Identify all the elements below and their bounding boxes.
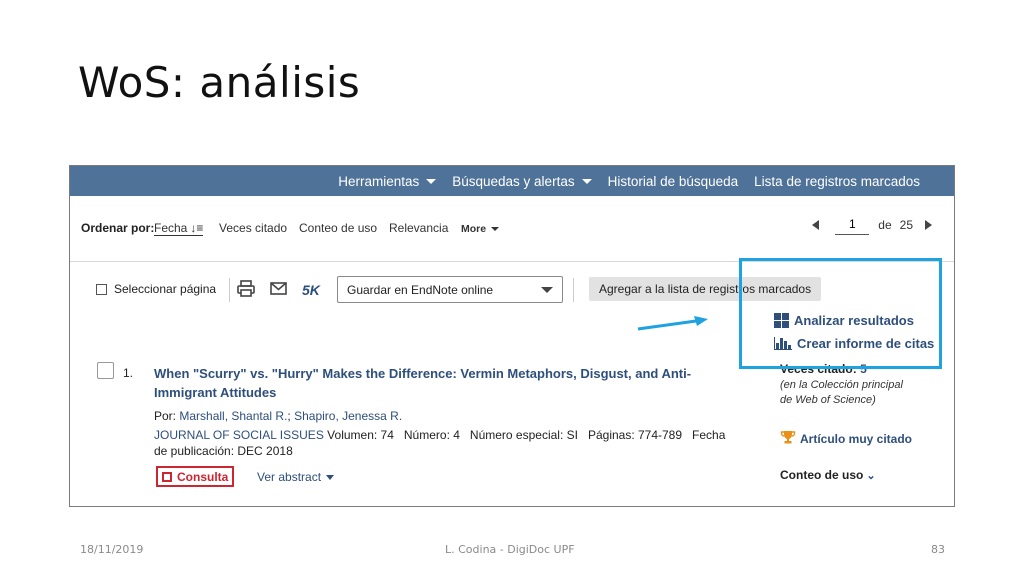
sort-option-more[interactable]: More [461,223,500,235]
caret-down-icon [581,178,592,184]
sort-option-times-cited[interactable]: Veces citado [219,221,287,235]
view-abstract-label: Ver abstract [257,470,322,484]
nav-marked-list-label: Lista de registros marcados [754,173,920,189]
author-link[interactable]: Shapiro, Jenessa R. [294,409,402,423]
analyze-results-link[interactable]: Analizar resultados [774,309,934,332]
trophy-icon [780,430,796,448]
highly-cited-label: Artículo muy citado [800,432,913,446]
save-to-select-value: Guardar en EndNote online [347,282,494,297]
sort-descending-icon: ↓≡ [190,221,204,235]
consulta-button[interactable]: Consulta [156,466,235,487]
save-to-select[interactable]: Guardar en EndNote online [337,276,563,303]
times-cited: Veces citado: 5 [780,362,912,376]
usage-count-toggle[interactable]: Conteo de uso ⌄ [780,468,912,482]
sort-bar: Ordenar por: Fecha ↓≡ Veces citado Conte… [70,196,954,262]
author-separator: ; [287,409,291,423]
sort-option-date-label: Fecha [154,221,188,235]
select-page-checkbox[interactable] [96,283,107,295]
record-title-link[interactable]: When "Scurry" vs. "Hurry" Makes the Diff… [154,364,734,402]
nav-searches-alerts-label: Búsquedas y alertas [452,173,575,189]
pagination: de 25 [812,214,932,235]
analyze-grid-icon [774,313,789,328]
caret-down-icon [426,178,437,184]
bar-chart-icon [774,337,792,350]
annotation-arrow-icon [637,316,708,331]
record-checkbox[interactable] [97,362,114,379]
sort-option-usage-count[interactable]: Conteo de uso [299,221,377,235]
record-authors: Por: Marshall, Shantal R.; Shapiro, Jene… [154,409,402,423]
usage-count-label: Conteo de uso [780,468,864,482]
highly-cited-badge[interactable]: Artículo muy citado [780,430,912,448]
times-cited-count-link[interactable]: 5 [860,362,867,376]
previous-page-icon[interactable] [812,219,820,230]
caret-down-icon [491,227,500,231]
nav-search-history-label: Historial de búsqueda [607,173,739,189]
select-page-label: Seleccionar página [114,282,217,296]
author-link[interactable]: Marshall, Shantal R. [179,409,287,423]
select-page-control[interactable]: Seleccionar página [96,282,216,296]
citation-report-label: Crear informe de citas [797,336,935,351]
page-total: 25 [899,217,913,232]
footer-page-number: 83 [931,543,945,556]
consulta-icon [162,471,172,482]
nav-tools[interactable]: Herramientas [338,173,437,189]
authors-by-label: Por: [154,409,177,423]
view-abstract-toggle[interactable]: Ver abstract [257,470,335,484]
slide-title: WoS: análisis [78,58,361,107]
email-icon[interactable] [270,282,287,298]
record-metrics: Veces citado: 5 (en la Colección princip… [780,362,912,482]
top-navigation-bar: Herramientas Búsquedas y alertas Histori… [70,166,954,196]
sort-option-more-label: More [461,223,487,235]
page-of-label: de [878,217,892,232]
results-toolbar: Seleccionar página 5K Guardar en EndNote… [70,262,954,314]
collection-note-line: (en la Colección principal [780,379,903,391]
times-cited-label: Veces citado: [780,362,857,376]
collection-note: (en la Colección principal de Web of Sci… [780,378,912,408]
sort-label: Ordenar por: [81,221,155,235]
sort-option-relevance[interactable]: Relevancia [389,221,448,235]
sort-option-date[interactable]: Fecha ↓≡ [154,221,204,236]
toolbar-divider [573,278,574,302]
nav-tools-label: Herramientas [338,173,420,189]
next-page-icon[interactable] [925,219,932,230]
toolbar-divider [229,278,230,302]
analyze-results-label: Analizar resultados [794,313,914,328]
consulta-label: Consulta [177,469,229,484]
footer-date: 18/11/2019 [80,543,144,556]
record-source: JOURNAL OF SOCIAL ISSUES Volumen: 74 Núm… [154,427,734,459]
record-number: 1. [123,366,134,380]
footer-author: L. Codina - DigiDoc UPF [445,543,575,556]
wos-results-panel: Herramientas Búsquedas y alertas Histori… [69,165,955,507]
export-5k-button[interactable]: 5K [302,282,320,298]
journal-name-link[interactable]: JOURNAL OF SOCIAL ISSUES [154,428,324,442]
nav-searches-alerts[interactable]: Búsquedas y alertas [452,173,592,189]
analysis-links: Analizar resultados Crear informe de cit… [774,309,934,355]
caret-down-icon [326,474,335,480]
citation-report-link[interactable]: Crear informe de citas [774,332,934,355]
nav-marked-list[interactable]: Lista de registros marcados [754,174,920,189]
nav-search-history[interactable]: Historial de búsqueda [608,174,739,189]
page-number-input[interactable] [835,214,870,235]
print-icon[interactable] [237,280,255,300]
caret-down-icon [541,286,553,293]
add-to-marked-list-button[interactable]: Agregar a la lista de registros marcados [589,277,822,301]
collection-note-line: de Web of Science) [780,394,876,406]
chevron-down-icon: ⌄ [866,469,876,482]
